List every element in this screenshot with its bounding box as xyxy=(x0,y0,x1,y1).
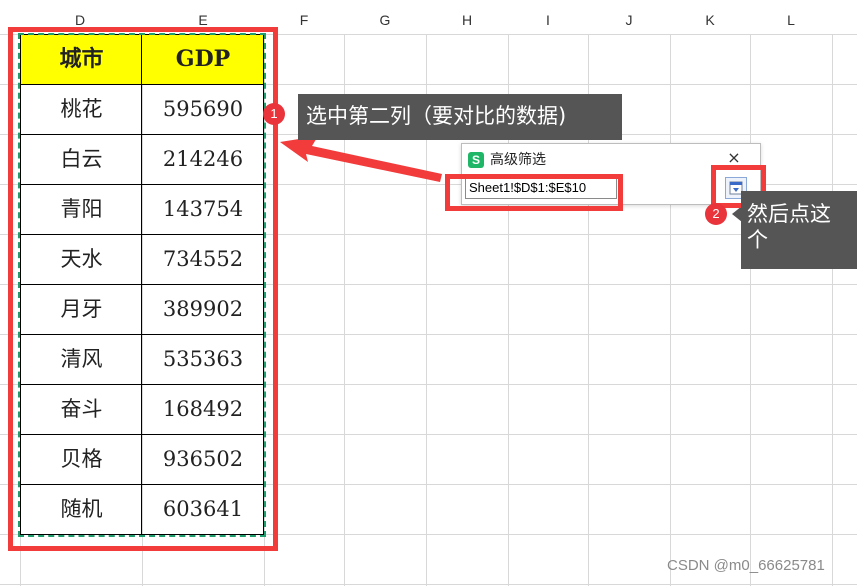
annotation-arrows xyxy=(280,136,742,222)
dialog-title: 高级筛选 xyxy=(490,152,546,168)
app-logo-icon: S xyxy=(468,152,484,168)
step-callout-1: 选中第二列（要对比的数据) xyxy=(298,94,622,140)
step-badge-2: 2 xyxy=(705,203,727,225)
watermark: CSDN @m0_66625781 xyxy=(667,557,825,574)
step-badge-1: 1 xyxy=(263,103,285,125)
range-input-highlight xyxy=(445,174,623,211)
arrow-to-table xyxy=(280,136,442,182)
step-callout-2: 然后点这个 xyxy=(741,191,857,269)
